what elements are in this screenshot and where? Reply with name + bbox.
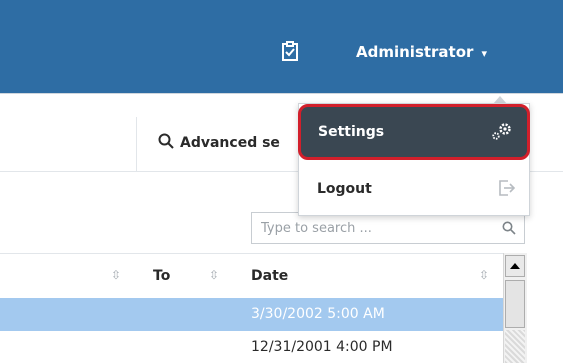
date-cell: 12/31/2001 4:00 PM (251, 339, 393, 355)
vertical-scrollbar[interactable] (503, 253, 527, 363)
logout-label: Logout (317, 181, 372, 197)
grid-header: ⇳ To ⇳ Date ⇳ (0, 253, 503, 298)
table-row-selected[interactable]: 3/30/2002 5:00 AM (0, 298, 503, 331)
sort-icon[interactable]: ⇳ (479, 268, 489, 282)
toolbar-separator (136, 117, 137, 172)
advanced-search-label: Advanced se (180, 135, 280, 151)
scroll-up-button[interactable] (505, 255, 525, 277)
logout-icon (499, 180, 516, 200)
column-header-date[interactable]: Date (251, 268, 288, 284)
sort-icon[interactable]: ⇳ (111, 268, 121, 282)
user-menu-button[interactable]: Administrator ▾ (356, 40, 487, 64)
user-name-label: Administrator (356, 43, 474, 61)
arrow-up-icon (510, 263, 520, 269)
search-input[interactable] (261, 218, 491, 238)
advanced-search-button[interactable]: Advanced se (158, 133, 308, 153)
menu-item-logout[interactable]: Logout (299, 164, 529, 214)
search-icon[interactable] (502, 220, 516, 239)
tasks-button[interactable] (273, 36, 307, 70)
magnifier-icon (158, 133, 174, 153)
header-divider (0, 93, 563, 94)
column-header-to[interactable]: To (153, 268, 170, 284)
date-cell: 3/30/2002 5:00 AM (251, 306, 385, 322)
menu-item-settings[interactable]: Settings (298, 104, 530, 160)
table-row[interactable]: 12/31/2001 4:00 PM (0, 331, 503, 363)
cogs-icon (491, 121, 513, 145)
search-box[interactable] (251, 212, 525, 244)
scroll-track[interactable] (505, 330, 525, 363)
settings-label: Settings (318, 124, 385, 140)
clipboard-check-icon (281, 41, 299, 65)
scroll-thumb[interactable] (505, 280, 525, 328)
chevron-down-icon: ▾ (481, 46, 487, 60)
sort-icon[interactable]: ⇳ (209, 268, 219, 282)
